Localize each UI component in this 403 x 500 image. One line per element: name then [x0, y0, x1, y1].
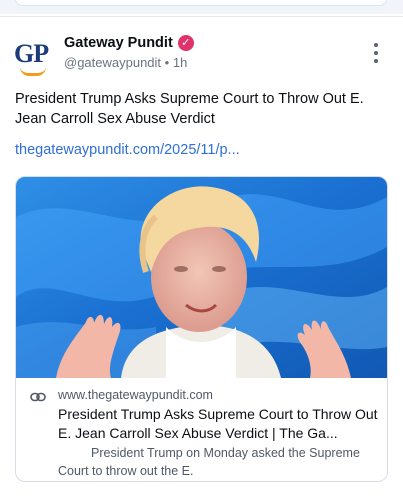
- dot: [374, 51, 378, 55]
- author-display-name[interactable]: Gateway Pundit: [64, 35, 173, 51]
- author-name-row: Gateway Pundit ✓: [64, 35, 194, 51]
- link-card-description: President Trump on Monday asked the Supr…: [58, 446, 360, 478]
- author-handle[interactable]: @gatewaypundit: [64, 55, 161, 70]
- avatar-swoosh: [20, 67, 46, 76]
- dot: [374, 59, 378, 63]
- article-thumbnail[interactable]: [16, 177, 387, 378]
- post-link[interactable]: thegatewaypundit.com/2025/11/p...: [15, 142, 240, 158]
- dot: [374, 43, 378, 47]
- link-preview-card[interactable]: www.thegatewaypundit.com President Trump…: [15, 176, 388, 482]
- avatar-logo-text: GP: [14, 39, 49, 68]
- post-time[interactable]: 1h: [173, 55, 187, 70]
- author-meta-row: @gatewaypundit • 1h: [64, 55, 187, 70]
- post-text: President Trump Asks Supreme Court to Th…: [15, 91, 364, 127]
- meta-separator: •: [164, 55, 173, 70]
- verified-check-icon: ✓: [177, 35, 194, 51]
- avatar[interactable]: GP: [14, 37, 52, 76]
- previous-post-card[interactable]: [14, 0, 388, 6]
- link-card-details[interactable]: www.thegatewaypundit.com President Trump…: [16, 378, 387, 481]
- vertical-dots-icon[interactable]: [372, 43, 380, 63]
- link-icon: [30, 392, 46, 402]
- feed-post[interactable]: GP Gateway Pundit ✓ @gatewaypundit • 1h …: [0, 17, 403, 500]
- link-card-domain: www.thegatewaypundit.com: [58, 388, 213, 402]
- link-card-title[interactable]: President Trump Asks Supreme Court to Th…: [58, 405, 378, 443]
